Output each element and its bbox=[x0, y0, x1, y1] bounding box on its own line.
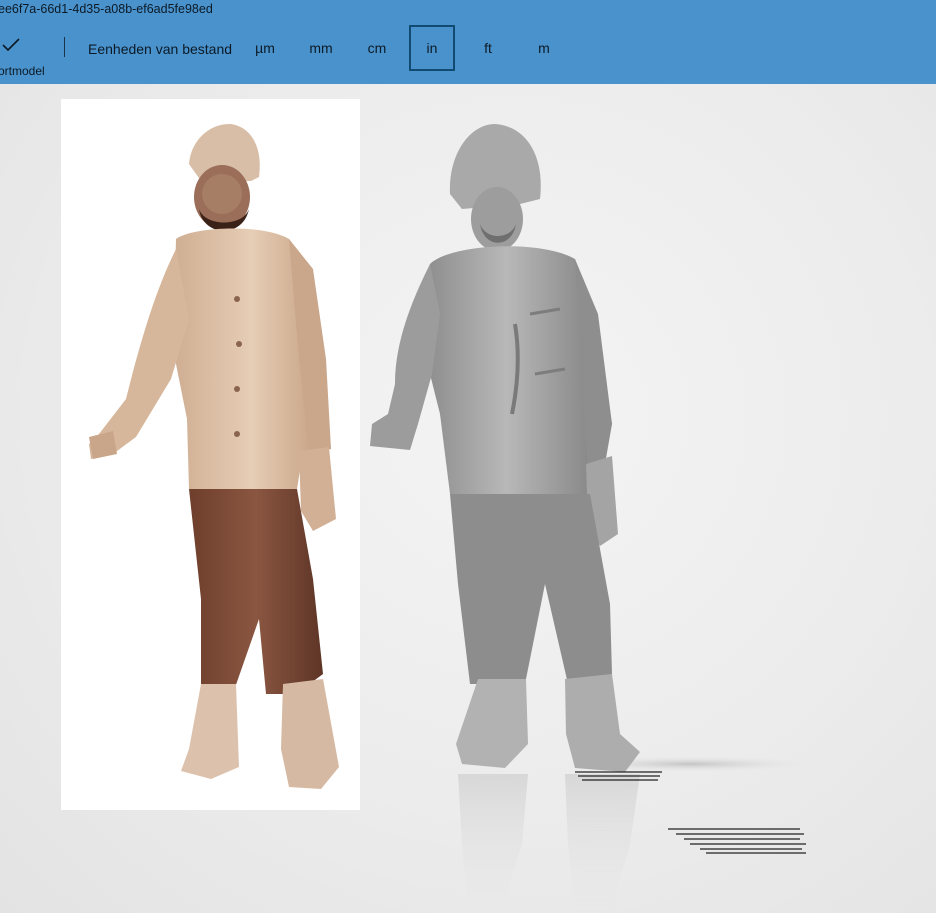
unit-button-foot[interactable]: ft bbox=[465, 25, 511, 71]
3d-model-render bbox=[370, 124, 820, 913]
unit-button-inch[interactable]: in bbox=[409, 25, 455, 71]
toolbar: ee6f7a-66d1-4d35-a08b-ef6ad5fe98ed ortmo… bbox=[0, 0, 936, 84]
unit-button-millimeter[interactable]: mm bbox=[298, 25, 344, 71]
file-units-label: Eenheden van bestand bbox=[88, 41, 233, 57]
import-model-label: ortmodel bbox=[0, 64, 45, 78]
unit-button-centimeter[interactable]: cm bbox=[354, 25, 400, 71]
unit-button-meter[interactable]: m bbox=[521, 25, 567, 71]
3d-viewport[interactable] bbox=[0, 84, 936, 913]
checkmark-icon bbox=[2, 38, 20, 52]
import-model-button[interactable]: ortmodel bbox=[0, 30, 58, 80]
toolbar-divider bbox=[64, 37, 65, 57]
unit-button-micrometer[interactable]: µm bbox=[242, 25, 288, 71]
window-title: ee6f7a-66d1-4d35-a08b-ef6ad5fe98ed bbox=[0, 2, 213, 16]
